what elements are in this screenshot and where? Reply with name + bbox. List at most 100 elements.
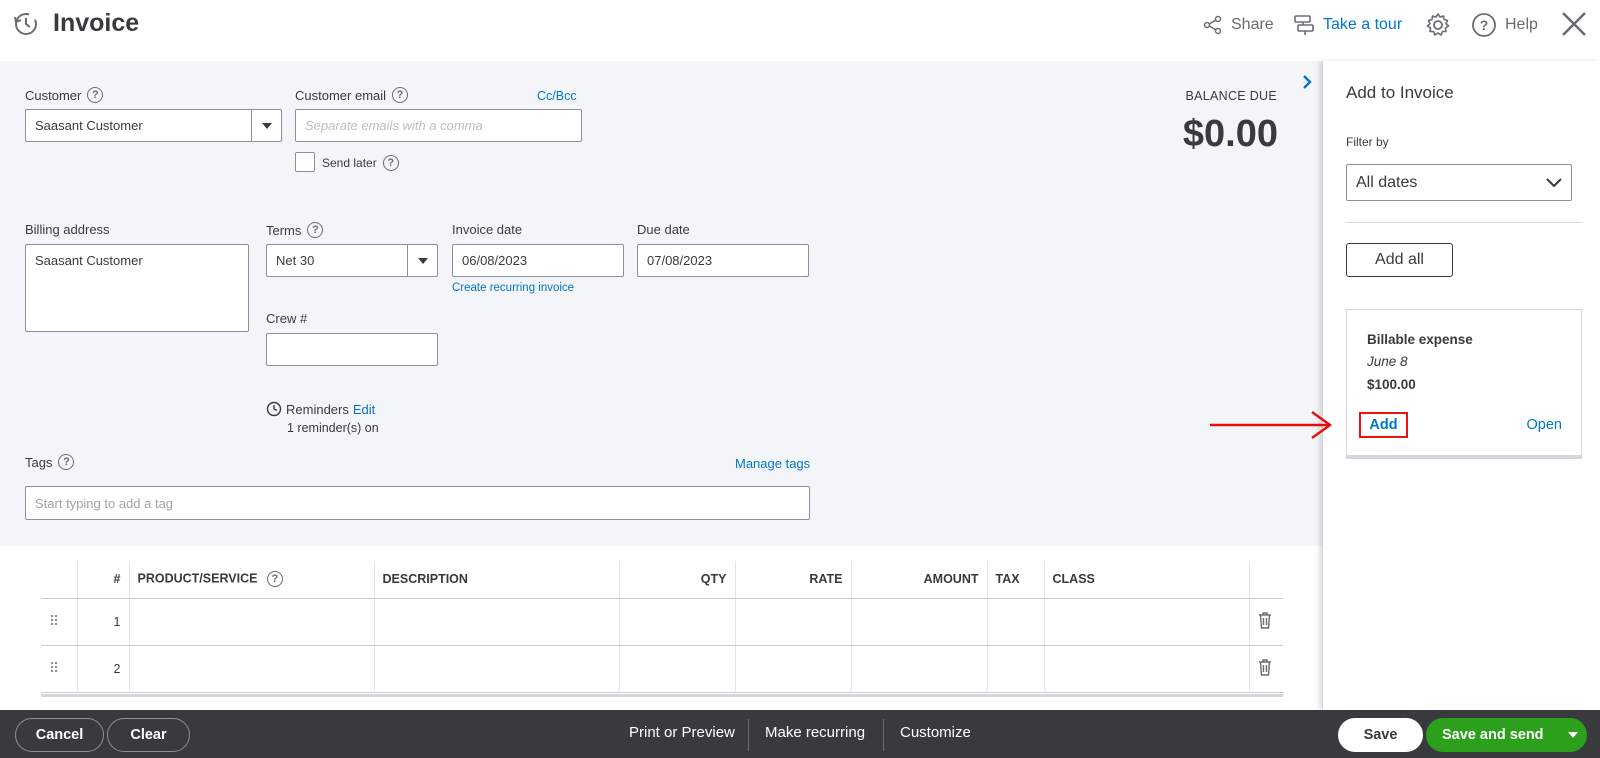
trash-icon — [1258, 612, 1271, 629]
cancel-button[interactable]: Cancel — [15, 718, 104, 752]
billable-expense-card: Billable expense June 8 $100.00 Add Open — [1346, 309, 1582, 459]
rate-cell[interactable] — [735, 645, 852, 693]
amount-cell[interactable] — [851, 598, 988, 646]
help-icon[interactable]: ? — [58, 454, 75, 470]
tax-cell[interactable] — [987, 645, 1045, 693]
add-all-button[interactable]: Add all — [1346, 243, 1453, 277]
reminders-label: Reminders — [286, 401, 349, 417]
customer-email-input[interactable]: Separate emails with a comma — [295, 109, 582, 142]
drag-column-header — [41, 561, 78, 599]
recent-history-icon[interactable] — [12, 10, 40, 38]
class-cell[interactable] — [1044, 645, 1250, 693]
help-icon[interactable]: ? — [266, 571, 283, 588]
card-date: June 8 — [1367, 354, 1408, 369]
reminders-row: Reminders Edit — [266, 401, 375, 417]
product-service-cell[interactable] — [129, 645, 375, 693]
terms-label: Terms ? — [266, 222, 324, 238]
share-button[interactable]: Share — [1203, 14, 1274, 36]
panel-title: Add to Invoice — [1346, 83, 1454, 102]
qty-cell[interactable] — [619, 598, 736, 646]
product-service-cell[interactable] — [129, 598, 375, 646]
gear-icon — [1426, 13, 1450, 36]
close-icon[interactable] — [1560, 10, 1588, 38]
help-icon[interactable]: ? — [87, 87, 104, 103]
clock-icon — [266, 401, 282, 417]
footer-bar: Cancel Clear Print or Preview Make recur… — [0, 710, 1600, 758]
separator — [883, 719, 884, 751]
drag-handle-icon[interactable]: ⠿ — [41, 598, 78, 646]
customer-select[interactable]: Saasant Customer — [25, 109, 282, 142]
help-icon: ? — [1472, 13, 1496, 37]
help-label: Help — [1505, 16, 1538, 33]
help-button[interactable]: ? Help — [1471, 13, 1538, 37]
help-icon[interactable]: ? — [382, 155, 399, 171]
clear-button[interactable]: Clear — [107, 718, 190, 752]
line-items-table: # PRODUCT/SERVICE ? DESCRIPTION QTY RATE… — [41, 561, 1283, 693]
column-header-qty: QTY — [619, 561, 736, 599]
delete-row-button[interactable] — [1249, 598, 1283, 646]
column-header-rate: RATE — [735, 561, 852, 599]
print-preview-button[interactable]: Print or Preview — [629, 724, 735, 741]
description-cell[interactable] — [374, 645, 620, 693]
amount-cell[interactable] — [851, 645, 988, 693]
delete-row-button[interactable] — [1249, 645, 1283, 693]
reminders-edit-link[interactable]: Edit — [353, 402, 375, 417]
header: Invoice Share Take a tour ? Help — [0, 0, 1600, 61]
tax-cell[interactable] — [987, 598, 1045, 646]
billing-address-input[interactable]: Saasant Customer — [25, 244, 249, 332]
drag-handle-icon[interactable]: ⠿ — [41, 645, 78, 693]
invoice-form: Customer ? Saasant Customer Customer ema… — [0, 61, 1322, 546]
open-expense-link[interactable]: Open — [1527, 417, 1562, 433]
balance-due-label: BALANCE DUE — [1185, 89, 1277, 103]
column-header-product-service: PRODUCT/SERVICE ? — [129, 561, 375, 599]
delete-column-header — [1249, 561, 1283, 599]
settings-button[interactable] — [1425, 13, 1451, 36]
make-recurring-button[interactable]: Make recurring — [765, 724, 865, 741]
rate-cell[interactable] — [735, 598, 852, 646]
invoice-date-label: Invoice date — [452, 222, 523, 237]
chevron-right-icon — [1303, 75, 1312, 89]
caret-down-icon[interactable] — [1568, 732, 1578, 738]
add-expense-button[interactable]: Add — [1359, 412, 1408, 438]
share-icon — [1203, 15, 1222, 35]
table-row[interactable]: ⠿ 2 — [41, 645, 1283, 693]
cc-bcc-link[interactable]: Cc/Bcc — [537, 89, 577, 103]
class-cell[interactable] — [1044, 598, 1250, 646]
help-icon[interactable]: ? — [307, 222, 324, 238]
tags-input[interactable]: Start typing to add a tag — [25, 486, 810, 520]
crew-number-label: Crew # — [266, 311, 308, 326]
chevron-down-icon[interactable] — [251, 110, 281, 141]
date-filter-select[interactable]: All dates — [1346, 164, 1572, 201]
qty-cell[interactable] — [619, 645, 736, 693]
collapse-panel-button[interactable] — [1292, 67, 1322, 97]
terms-select[interactable]: Net 30 — [266, 244, 438, 277]
crew-number-input[interactable] — [266, 333, 438, 366]
row-number: 1 — [77, 598, 130, 646]
help-icon[interactable]: ? — [392, 87, 409, 103]
signpost-icon — [1294, 15, 1314, 35]
invoice-date-input[interactable]: 06/08/2023 — [452, 244, 624, 277]
send-later-checkbox[interactable] — [295, 152, 315, 172]
chevron-down-icon — [1546, 177, 1562, 187]
column-header-class: CLASS — [1044, 561, 1250, 599]
divider — [1346, 222, 1582, 223]
table-row[interactable]: ⠿ 1 — [41, 598, 1283, 646]
tags-label: Tags ? — [25, 454, 75, 470]
description-cell[interactable] — [374, 598, 620, 646]
save-and-send-button[interactable]: Save and send — [1426, 718, 1587, 752]
card-amount: $100.00 — [1367, 377, 1416, 392]
billing-address-label: Billing address — [25, 222, 110, 237]
customize-button[interactable]: Customize — [900, 724, 971, 741]
column-header-tax: TAX — [987, 561, 1045, 599]
create-recurring-invoice-link[interactable]: Create recurring invoice — [452, 282, 574, 294]
add-to-invoice-panel: Add to Invoice Filter by All dates Add a… — [1322, 61, 1600, 710]
column-header-description: DESCRIPTION — [374, 561, 620, 599]
table-header-row: # PRODUCT/SERVICE ? DESCRIPTION QTY RATE… — [41, 561, 1283, 599]
manage-tags-link[interactable]: Manage tags — [735, 456, 810, 471]
chevron-down-icon[interactable] — [407, 245, 437, 276]
due-date-input[interactable]: 07/08/2023 — [637, 244, 809, 277]
page-title: Invoice — [53, 9, 140, 37]
row-number: 2 — [77, 645, 130, 693]
take-a-tour-button[interactable]: Take a tour — [1293, 14, 1402, 36]
save-button[interactable]: Save — [1338, 718, 1423, 752]
